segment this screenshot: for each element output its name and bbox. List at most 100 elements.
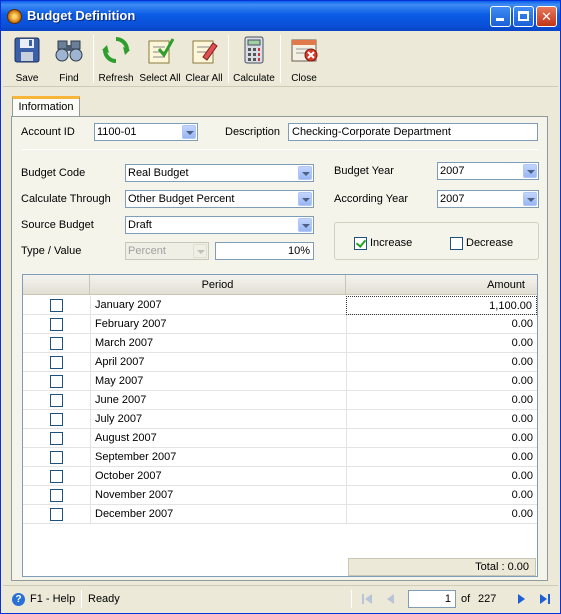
period-cell: July 2007 [90, 410, 346, 429]
close-window-button[interactable]: ✕ [536, 6, 557, 27]
calculate-label: Calculate [233, 73, 275, 84]
save-icon [14, 37, 40, 63]
table-row[interactable]: August 2007 0.00 [23, 429, 537, 448]
description-field[interactable]: Checking-Corporate Department [288, 123, 538, 141]
period-cell: August 2007 [90, 429, 346, 448]
chevron-down-icon [193, 244, 207, 258]
amount-cell[interactable]: 0.00 [346, 334, 537, 353]
close-form-icon [291, 39, 318, 62]
row-checkbox[interactable] [50, 337, 63, 350]
tab-information[interactable]: Information [12, 96, 80, 117]
amount-cell[interactable]: 1,100.00 [346, 296, 537, 315]
page-number-input[interactable]: 1 [408, 590, 456, 608]
row-checkbox[interactable] [50, 318, 63, 331]
according-year-value: 2007 [440, 193, 465, 205]
previous-page-icon[interactable] [383, 591, 399, 607]
minimize-button[interactable] [490, 6, 511, 27]
amount-cell[interactable]: 0.00 [346, 391, 537, 410]
clear-all-button[interactable]: Clear All [184, 33, 224, 85]
row-checkbox[interactable] [50, 299, 63, 312]
source-budget-value: Draft [128, 219, 152, 231]
table-row[interactable]: September 2007 0.00 [23, 448, 537, 467]
amount-cell[interactable]: 0.00 [346, 467, 537, 486]
row-select-cell [23, 353, 90, 372]
increase-label: Increase [370, 237, 413, 249]
amount-cell[interactable]: 0.00 [346, 505, 537, 524]
period-column-header[interactable]: Period [90, 275, 346, 295]
budget-year-select[interactable]: 2007 [437, 162, 539, 180]
chevron-down-icon[interactable] [298, 166, 312, 180]
account-id-label: Account ID [21, 126, 75, 138]
increase-decrease-group: Increase Decrease [334, 222, 539, 260]
select-all-label: Select All [139, 73, 181, 84]
amount-cell[interactable]: 0.00 [346, 429, 537, 448]
row-checkbox[interactable] [50, 489, 63, 502]
row-checkbox[interactable] [50, 356, 63, 369]
calculator-icon [244, 36, 264, 64]
table-row[interactable]: December 2007 0.00 [23, 505, 537, 524]
select-all-button[interactable]: Select All [139, 33, 181, 85]
total-pages: 227 [478, 593, 497, 605]
help-icon[interactable]: ? [12, 593, 25, 606]
value-field[interactable]: 10% [215, 242, 314, 260]
table-row[interactable]: June 2007 0.00 [23, 391, 537, 410]
row-checkbox[interactable] [50, 375, 63, 388]
maximize-button[interactable] [513, 6, 534, 27]
next-page-icon[interactable] [513, 591, 529, 607]
calculate-button[interactable]: Calculate [232, 33, 276, 85]
chevron-down-icon[interactable] [298, 192, 312, 206]
table-row[interactable]: February 2007 0.00 [23, 315, 537, 334]
last-page-icon[interactable] [537, 591, 553, 607]
table-row[interactable]: July 2007 0.00 [23, 410, 537, 429]
amount-cell[interactable]: 0.00 [346, 353, 537, 372]
status-separator [351, 590, 352, 608]
chevron-down-icon[interactable] [182, 125, 196, 139]
amount-cell[interactable]: 0.00 [346, 315, 537, 334]
save-button[interactable]: Save [7, 33, 47, 85]
calculate-through-select[interactable]: Other Budget Percent [125, 190, 314, 208]
help-label[interactable]: F1 - Help [30, 593, 75, 605]
account-id-select[interactable]: 1100-01 [94, 123, 198, 141]
amount-column-header[interactable]: Amount [346, 275, 537, 295]
close-icon: ✕ [541, 9, 552, 24]
find-button[interactable]: Find [49, 33, 89, 85]
table-row[interactable]: January 2007 1,100.00 [23, 296, 537, 315]
period-cell: March 2007 [90, 334, 346, 353]
table-row[interactable]: November 2007 0.00 [23, 486, 537, 505]
row-checkbox[interactable] [50, 413, 63, 426]
row-checkbox[interactable] [50, 470, 63, 483]
row-checkbox[interactable] [50, 451, 63, 464]
first-page-icon[interactable] [359, 591, 375, 607]
table-row[interactable]: May 2007 0.00 [23, 372, 537, 391]
table-row[interactable]: April 2007 0.00 [23, 353, 537, 372]
table-row[interactable]: March 2007 0.00 [23, 334, 537, 353]
close-button[interactable]: Close [284, 33, 324, 85]
decrease-checkbox[interactable] [450, 237, 463, 250]
amount-cell[interactable]: 0.00 [346, 372, 537, 391]
increase-checkbox[interactable] [354, 237, 367, 250]
row-checkbox[interactable] [50, 432, 63, 445]
period-cell: May 2007 [90, 372, 346, 391]
minimize-icon [496, 18, 504, 21]
row-select-cell [23, 410, 90, 429]
row-select-cell [23, 448, 90, 467]
source-budget-select[interactable]: Draft [125, 216, 314, 234]
chevron-down-icon[interactable] [523, 164, 537, 178]
toolbar: Save Find Refresh Select All Clear All C… [3, 31, 558, 87]
chevron-down-icon[interactable] [523, 192, 537, 206]
refresh-button[interactable]: Refresh [97, 33, 135, 85]
budget-code-select[interactable]: Real Budget [125, 164, 314, 182]
amount-cell[interactable]: 0.00 [346, 410, 537, 429]
select-all-icon [148, 38, 175, 64]
row-checkbox[interactable] [50, 394, 63, 407]
amount-cell[interactable]: 0.00 [346, 486, 537, 505]
save-label: Save [15, 73, 39, 84]
amount-cell[interactable]: 0.00 [346, 448, 537, 467]
app-icon [7, 9, 22, 24]
calculate-through-label: Calculate Through [21, 193, 111, 205]
row-select-cell [23, 315, 90, 334]
row-checkbox[interactable] [50, 508, 63, 521]
chevron-down-icon[interactable] [298, 218, 312, 232]
according-year-select[interactable]: 2007 [437, 190, 539, 208]
table-row[interactable]: October 2007 0.00 [23, 467, 537, 486]
